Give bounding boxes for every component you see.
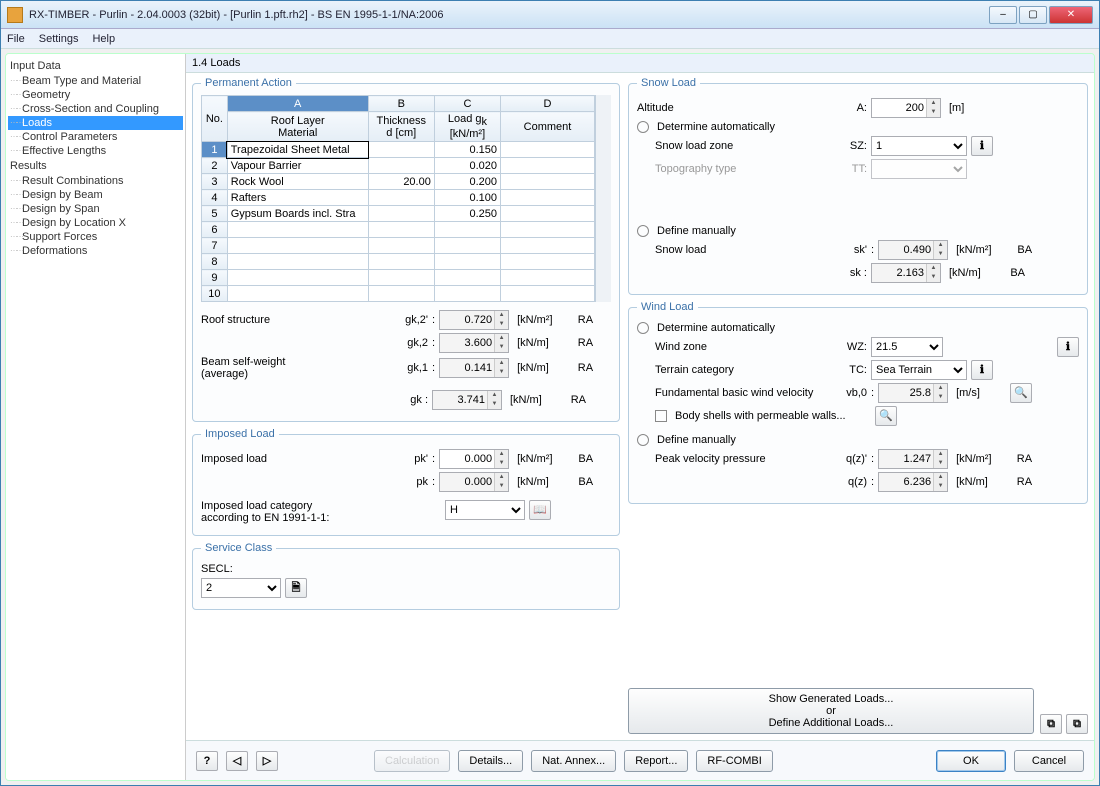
permanent-action-legend: Permanent Action [201, 77, 296, 89]
category-help-icon[interactable]: 📖 [529, 500, 551, 520]
close-button[interactable]: ✕ [1049, 6, 1093, 24]
snow-manual-radio[interactable] [637, 225, 649, 237]
qzp-input: ▲▼ [878, 449, 948, 469]
tree-item-control-params[interactable]: Control Parameters [8, 130, 183, 144]
topography-select [871, 159, 967, 179]
tree-item-effective-lengths[interactable]: Effective Lengths [8, 144, 183, 158]
imposed-load-group: Imposed Load Imposed load pk': ▲▼ [kN/m²… [192, 428, 620, 536]
maximize-button[interactable]: ▢ [1019, 6, 1047, 24]
app-icon [7, 7, 23, 23]
sk-input: ▲▼ [871, 263, 941, 283]
copy-icon[interactable]: ⧉ [1040, 714, 1062, 734]
service-class-group: Service Class SECL: 2 🗎 [192, 542, 620, 610]
qz-input: ▲▼ [878, 472, 948, 492]
window-title: RX-TIMBER - Purlin - 2.04.0003 (32bit) -… [29, 9, 989, 21]
imposed-category-select[interactable]: H [445, 500, 525, 520]
wind-manual-radio[interactable] [637, 434, 649, 446]
tree-item-geometry[interactable]: Geometry [8, 88, 183, 102]
terrain-info-icon[interactable]: ℹ [971, 360, 993, 380]
calculation-button[interactable]: Calculation [374, 750, 450, 772]
titlebar: RX-TIMBER - Purlin - 2.04.0003 (32bit) -… [1, 1, 1099, 29]
tree-item-support-forces[interactable]: Support Forces [8, 230, 183, 244]
tree-item-beam-type[interactable]: Beam Type and Material [8, 74, 183, 88]
roof-layer-table[interactable]: No. A B C D Roof LayerMaterial Thickness… [201, 95, 595, 302]
vb0-input: ▲▼ [878, 383, 948, 403]
page-title: 1.4 Loads [186, 54, 1094, 73]
tree-item-result-combinations[interactable]: Result Combinations [8, 174, 183, 188]
snow-auto-radio[interactable] [637, 121, 649, 133]
menu-settings[interactable]: Settings [39, 33, 79, 45]
prev-icon[interactable]: ◁ [226, 751, 248, 771]
body-shells-checkbox[interactable] [655, 410, 667, 422]
service-class-select[interactable]: 2 [201, 578, 281, 598]
menu-file[interactable]: File [7, 33, 25, 45]
snow-load-group: Snow Load Altitude A: ▲▼ [m] Determine a… [628, 77, 1088, 295]
tree-header-input: Input Data [8, 58, 183, 74]
tree-item-design-beam[interactable]: Design by Beam [8, 188, 183, 202]
wind-zone-info-icon[interactable]: ℹ [1057, 337, 1079, 357]
tree-header-results: Results [8, 158, 183, 174]
table-scrollbar[interactable] [595, 95, 611, 302]
footer-bar: ? ◁ ▷ Calculation Details... Nat. Annex.… [186, 740, 1094, 780]
tree-item-cross-section[interactable]: Cross-Section and Coupling [8, 102, 183, 116]
rf-combi-button[interactable]: RF-COMBI [696, 750, 772, 772]
skp-input: ▲▼ [878, 240, 948, 260]
snow-zone-info-icon[interactable]: ℹ [971, 136, 993, 156]
details-button[interactable]: Details... [458, 750, 523, 772]
wind-load-group: Wind Load Determine automatically Wind z… [628, 301, 1088, 504]
tree-item-deformations[interactable]: Deformations [8, 244, 183, 258]
tree-item-design-location[interactable]: Design by Location X [8, 216, 183, 230]
wind-zone-select[interactable]: 21.5 [871, 337, 943, 357]
menubar: File Settings Help [1, 29, 1099, 49]
help-icon[interactable]: ? [196, 751, 218, 771]
tree-item-design-span[interactable]: Design by Span [8, 202, 183, 216]
permanent-action-group: Permanent Action No. A B C D [192, 77, 620, 422]
report-button[interactable]: Report... [624, 750, 688, 772]
paste-icon[interactable]: ⧉ [1066, 714, 1088, 734]
gk-total-input: ▲▼ [432, 390, 502, 410]
gk2p-input: ▲▼ [439, 310, 509, 330]
cancel-button[interactable]: Cancel [1014, 750, 1084, 772]
gk1-input: ▲▼ [439, 358, 509, 378]
snow-zone-select[interactable]: 1 [871, 136, 967, 156]
show-generated-loads-button[interactable]: Show Generated Loads... or Define Additi… [628, 688, 1034, 734]
pk-input: ▲▼ [439, 472, 509, 492]
body-shells-detail-icon[interactable]: 🔍 [875, 406, 897, 426]
terrain-category-select[interactable]: Sea Terrain [871, 360, 967, 380]
pkp-input[interactable]: ▲▼ [439, 449, 509, 469]
gk2-input: ▲▼ [439, 333, 509, 353]
next-icon[interactable]: ▷ [256, 751, 278, 771]
nat-annex-button[interactable]: Nat. Annex... [531, 750, 616, 772]
service-class-info-icon[interactable]: 🗎 [285, 578, 307, 598]
tree-item-loads[interactable]: Loads [8, 116, 183, 130]
menu-help[interactable]: Help [92, 33, 115, 45]
vb0-detail-icon[interactable]: 🔍 [1010, 383, 1032, 403]
navigation-tree: Input Data Beam Type and Material Geomet… [6, 54, 186, 780]
ok-button[interactable]: OK [936, 750, 1006, 772]
altitude-input[interactable]: ▲▼ [871, 98, 941, 118]
wind-auto-radio[interactable] [637, 322, 649, 334]
minimize-button[interactable]: – [989, 6, 1017, 24]
